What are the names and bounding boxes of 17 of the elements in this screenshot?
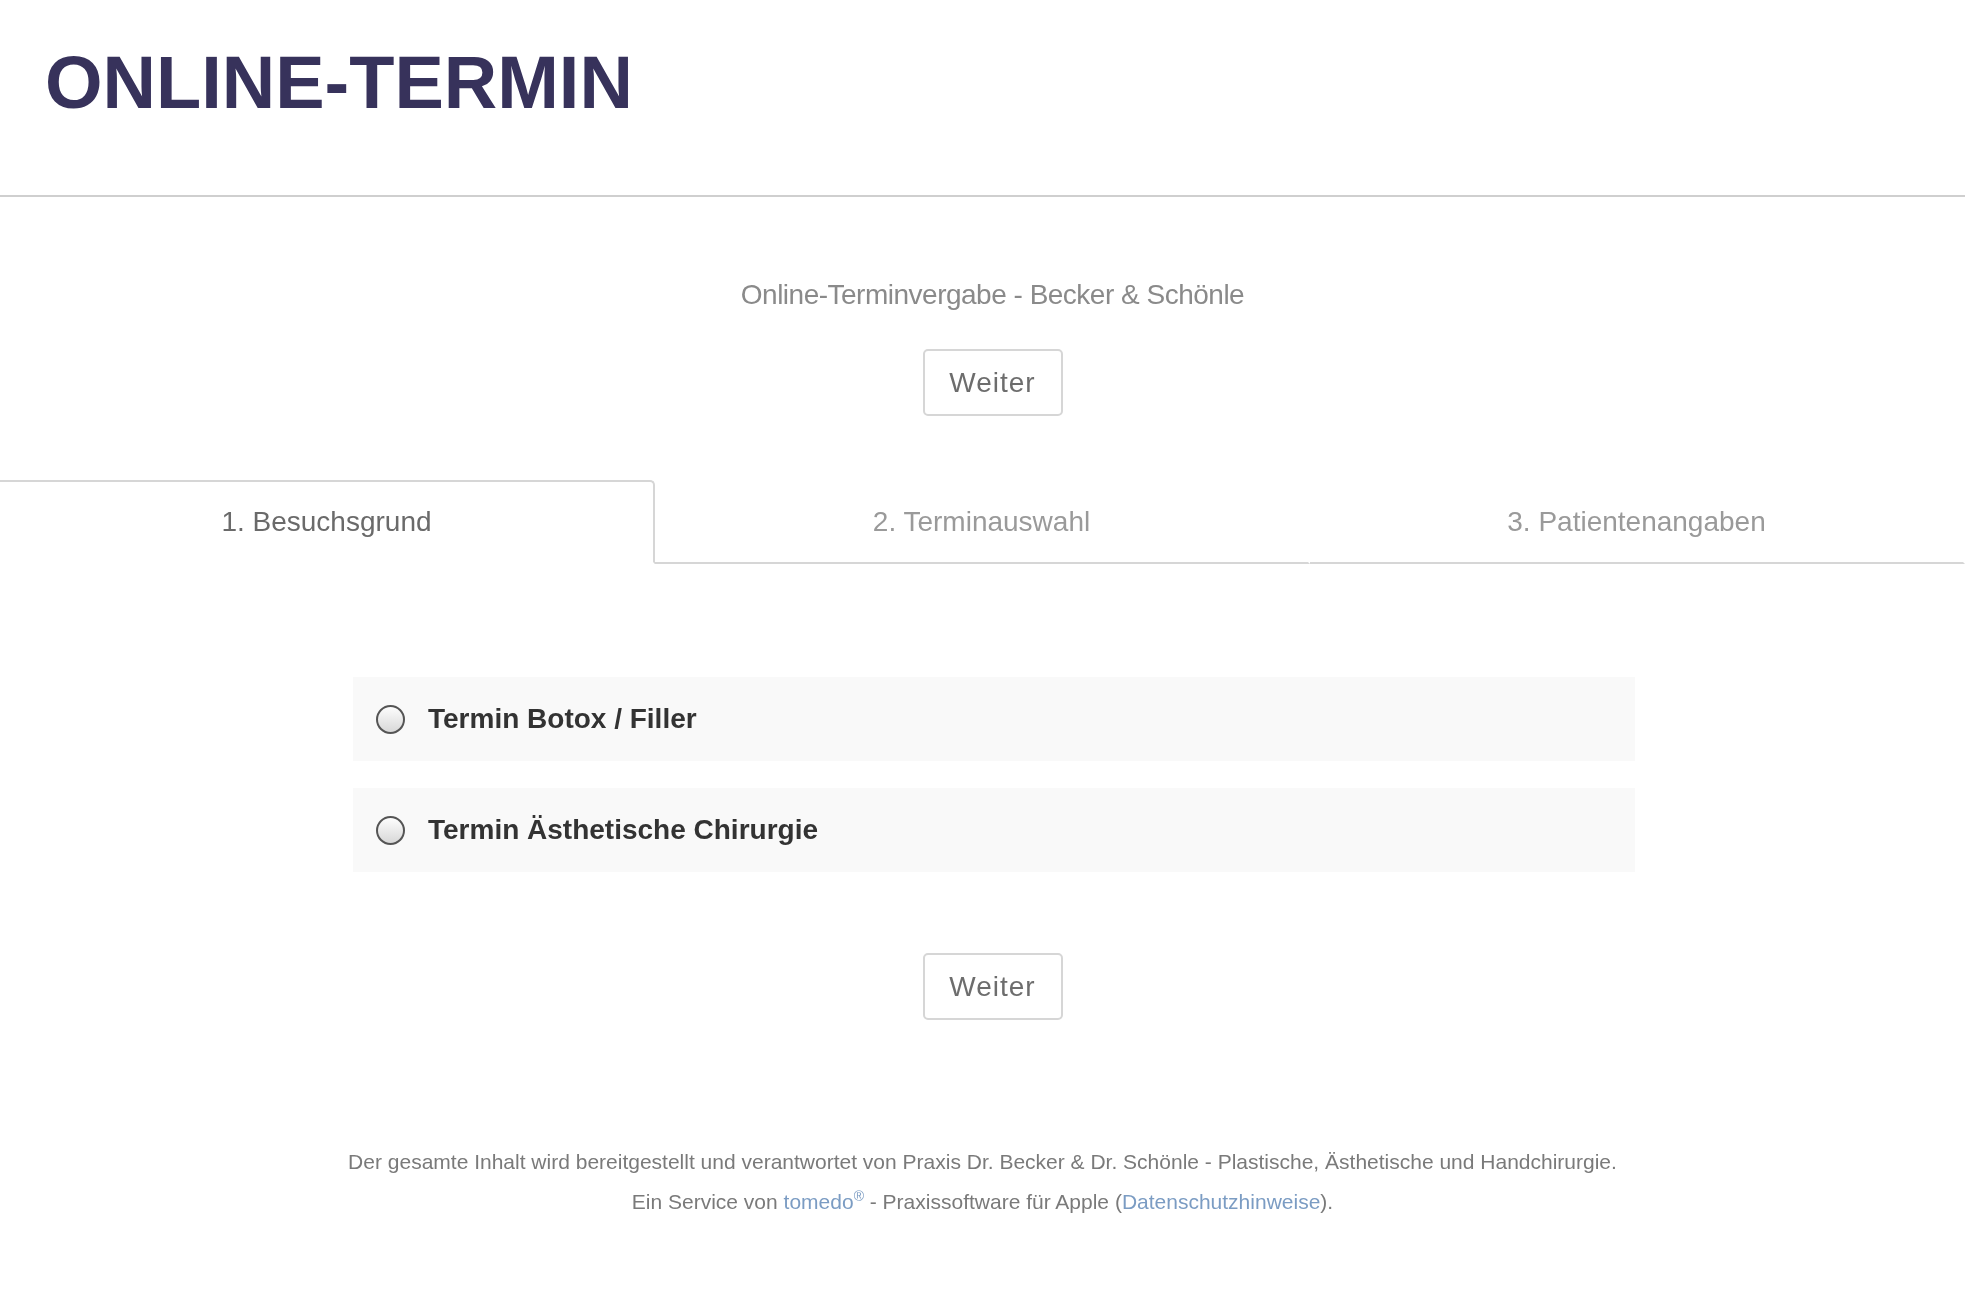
tomedo-link[interactable]: tomedo$^{®}$ [783,1190,864,1213]
step-tab[interactable]: 2. Terminauswahl [655,480,1310,564]
option-row[interactable]: Termin Ästhetische Chirurgie [353,788,1635,872]
next-button[interactable]: Weiter [922,349,1063,416]
option-label: Termin Ästhetische Chirurgie [428,814,818,846]
privacy-link[interactable]: Datenschutzhinweise [1121,1190,1321,1213]
next-button[interactable]: Weiter [922,953,1063,1020]
step-tab[interactable]: 1. Besuchsgrund [0,480,655,564]
step-tab[interactable]: 3. Patientenangaben [1310,480,1965,564]
footer-text: Der gesamte Inhalt wird bereitgestellt und verantwortet von Praxis Dr. Becker & Dr. Schönle - Plastische, Ästhetische und Handchirurgie. [348,1149,1617,1175]
subtitle: Online-Terminvergabe - Becker & Schönle [740,279,1245,311]
option-label: Termin Botox / Filler [428,703,697,735]
page-title: ONLINE-TERMIN [45,40,633,125]
option-row[interactable]: Termin Botox / Filler [353,677,1635,761]
radio-button[interactable] [376,704,405,734]
footer-text: Ein Service von tomedo$^{®}$ - Praxissoftware für Apple (Datenschutzhinweise). [631,1187,1334,1215]
radio-button[interactable] [376,815,405,845]
